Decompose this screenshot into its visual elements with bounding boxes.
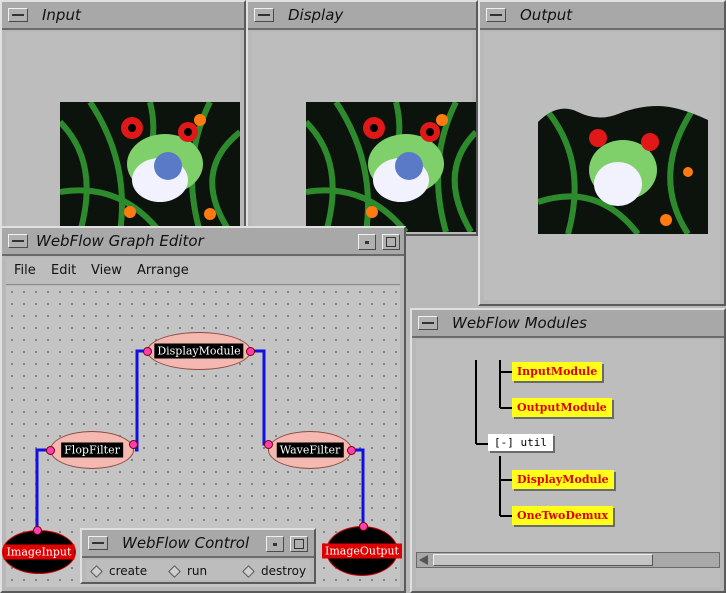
graph-editor-titlebar[interactable]: WebFlow Graph Editor [2, 228, 404, 256]
menu-view[interactable]: View [91, 263, 122, 278]
module-display[interactable]: DisplayModule [512, 470, 614, 489]
diamond-radio-icon [168, 565, 181, 578]
port-image-input-out[interactable] [33, 526, 42, 535]
node-flop-filter[interactable]: FlopFilter [50, 431, 134, 469]
port-wave-out[interactable] [347, 446, 356, 455]
output-image [538, 102, 708, 234]
modules-window: WebFlow Modules InputModule OutputModule… [410, 308, 726, 593]
node-image-output-label: ImageOutput [322, 543, 402, 559]
node-image-input-label: ImageInput [3, 544, 75, 560]
display-image [306, 102, 476, 232]
port-wave-in[interactable] [264, 440, 273, 449]
port-image-output-in[interactable] [359, 522, 368, 531]
node-wave-label: WaveFilter [276, 442, 344, 458]
display-titlebar[interactable]: Display [248, 2, 476, 30]
option-run[interactable]: run [168, 564, 208, 578]
diamond-radio-icon [90, 565, 103, 578]
scroll-left-arrow[interactable] [419, 555, 428, 565]
graph-editor-title: WebFlow Graph Editor [36, 232, 204, 250]
module-input[interactable]: InputModule [512, 362, 603, 381]
output-title: Output [520, 6, 573, 24]
node-image-output[interactable]: ImageOutput [322, 526, 402, 576]
node-display-label: DisplayModule [154, 343, 244, 359]
port-flop-out[interactable] [129, 440, 138, 449]
menu-edit[interactable]: Edit [51, 263, 76, 278]
horizontal-scrollbar[interactable] [416, 552, 720, 568]
control-title: WebFlow Control [122, 534, 250, 552]
window-menu-icon[interactable] [88, 536, 108, 550]
node-image-input[interactable]: ImageInput [2, 530, 76, 574]
node-flop-label: FlopFilter [61, 442, 123, 458]
display-window: Display [246, 0, 478, 236]
output-window: Output [478, 0, 726, 306]
menu-file[interactable]: File [14, 263, 36, 278]
input-window: Input [0, 0, 246, 236]
port-display-out[interactable] [246, 347, 255, 356]
input-title: Input [42, 6, 81, 24]
option-create-label: create [109, 564, 148, 578]
minimize-icon[interactable] [266, 536, 284, 552]
display-title: Display [288, 6, 344, 24]
minimize-icon[interactable] [358, 234, 376, 250]
diamond-radio-icon [242, 565, 255, 578]
input-titlebar[interactable]: Input [2, 2, 244, 30]
option-destroy[interactable]: destroy [242, 564, 307, 578]
control-window: WebFlow Control create run destroy [80, 528, 316, 584]
module-output[interactable]: OutputModule [512, 398, 612, 417]
scroll-thumb[interactable] [433, 554, 653, 566]
maximize-icon[interactable] [382, 234, 400, 250]
port-flop-in[interactable] [46, 446, 55, 455]
window-menu-icon[interactable] [8, 234, 28, 248]
option-create[interactable]: create [90, 564, 148, 578]
graph-editor-menubar: File Edit View Arrange [6, 258, 400, 285]
module-onetwodemux[interactable]: OneTwoDemux [512, 506, 614, 525]
node-wave-filter[interactable]: WaveFilter [268, 431, 352, 469]
output-titlebar[interactable]: Output [480, 2, 724, 30]
window-menu-icon[interactable] [8, 8, 28, 22]
control-titlebar[interactable]: WebFlow Control [82, 530, 314, 558]
folder-util[interactable]: [-] util [488, 434, 553, 451]
window-menu-icon[interactable] [486, 8, 506, 22]
window-menu-icon[interactable] [254, 8, 274, 22]
node-display-module[interactable]: DisplayModule [147, 332, 251, 370]
option-destroy-label: destroy [261, 564, 307, 578]
maximize-icon[interactable] [290, 536, 308, 552]
input-image [60, 102, 240, 232]
port-display-in[interactable] [143, 347, 152, 356]
control-options: create run destroy [86, 560, 310, 580]
option-run-label: run [187, 564, 208, 578]
menu-arrange[interactable]: Arrange [137, 263, 189, 278]
